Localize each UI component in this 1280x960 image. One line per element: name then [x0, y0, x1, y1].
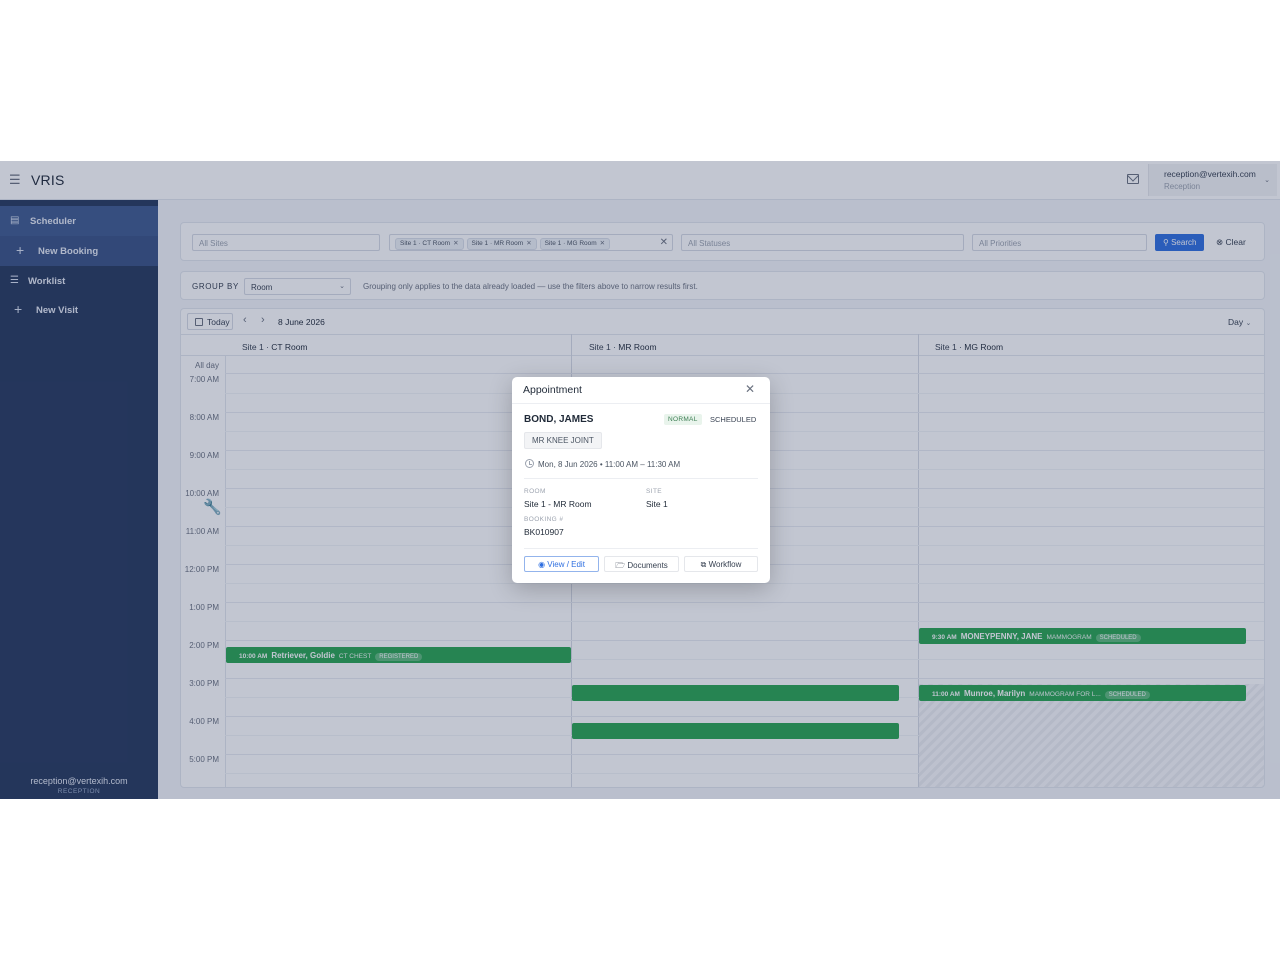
procedure-chip: MR KNEE JOINT — [524, 432, 602, 449]
divider — [524, 548, 758, 549]
site-label: SITE — [646, 488, 663, 495]
close-icon[interactable]: ✕ — [745, 382, 755, 396]
appointment-dialog: Appointment ✕ BOND, JAMES NORMAL SCHEDUL… — [512, 377, 770, 583]
documents-button[interactable]: 🗁 Documents — [604, 556, 679, 572]
eye-icon: ◉ — [538, 560, 546, 569]
room-value: Site 1 - MR Room — [524, 499, 592, 509]
workflow-icon: ⧉ — [700, 560, 707, 569]
patient-name: BOND, JAMES — [524, 414, 594, 425]
booking-label: BOOKING # — [524, 516, 564, 523]
divider — [524, 478, 758, 479]
dialog-title: Appointment — [523, 384, 582, 396]
workflow-button[interactable]: ⧉ Workflow — [684, 556, 758, 572]
room-label: ROOM — [524, 488, 546, 495]
clock-icon — [525, 459, 534, 468]
site-value: Site 1 — [646, 499, 668, 509]
divider — [512, 403, 770, 404]
folder-icon: 🗁 — [615, 561, 626, 570]
priority-badge: NORMAL — [664, 414, 702, 425]
app-window: ☰ VRIS reception@vertexih.com Reception … — [0, 161, 1280, 799]
view-edit-button[interactable]: ◉ View / Edit — [524, 556, 599, 572]
booking-value: BK010907 — [524, 527, 564, 537]
appointment-time: Mon, 8 Jun 2026 • 11:00 AM – 11:30 AM — [538, 460, 681, 469]
status-badge: SCHEDULED — [710, 415, 757, 424]
